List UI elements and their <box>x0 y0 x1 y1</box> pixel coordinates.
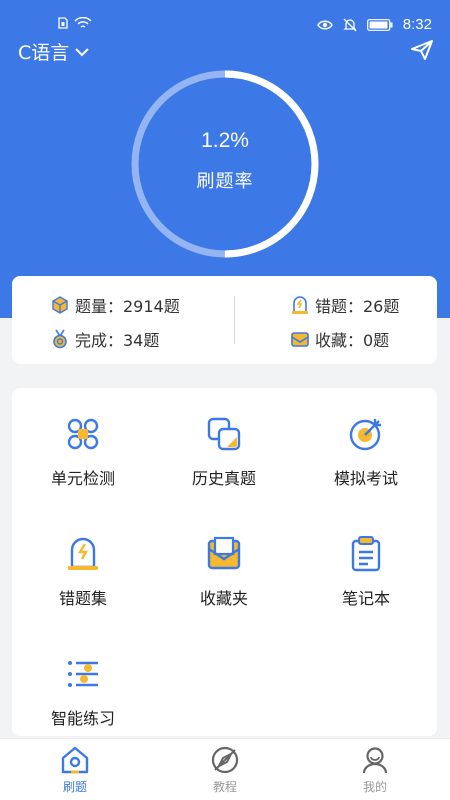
mail-icon <box>291 332 309 347</box>
tile-wrong-set-label: 错题集 <box>58 589 107 608</box>
feature-grid: 单元检测 历史真题 模拟考试 错题集 收藏夹 笔记本 智能练习 <box>12 388 437 736</box>
tile-favorites-label: 收藏夹 <box>199 589 248 608</box>
favorites-icon <box>207 536 241 570</box>
status-right: 8:32 <box>316 16 432 33</box>
nav-profile[interactable]: 我的 <box>300 739 450 800</box>
stat-wrong: 错题：26题 <box>290 293 399 317</box>
mute-bell-icon <box>343 18 357 31</box>
tile-smart-practice-label: 智能练习 <box>50 709 115 728</box>
sim-icon <box>58 17 68 29</box>
progress-ring-text: 1.2% 刷题率 <box>128 67 322 261</box>
stat-favorites-text: 收藏：0题 <box>315 331 390 350</box>
tile-smart-practice[interactable]: 智能练习 <box>12 655 154 745</box>
top-bar: C语言 <box>0 38 450 66</box>
wrong-set-icon <box>68 537 98 570</box>
stats-card: 题量：2914题 完成：34题 错题：26题 收藏：0题 <box>12 276 437 364</box>
stat-favorites: 收藏：0题 <box>290 327 389 351</box>
tile-past-papers[interactable]: 历史真题 <box>153 415 295 505</box>
wifi-icon <box>74 17 92 28</box>
nav-tutorial-label: 教程 <box>212 780 237 794</box>
unit-test-icon <box>67 418 99 450</box>
home-icon <box>61 746 89 774</box>
tile-unit-test-label: 单元检测 <box>50 469 115 488</box>
stat-questions: 题量：2914题 <box>50 293 180 317</box>
tile-favorites[interactable]: 收藏夹 <box>153 535 295 625</box>
eye-icon <box>316 20 333 29</box>
tile-notebook[interactable]: 笔记本 <box>295 535 437 625</box>
medal-icon <box>53 329 67 349</box>
tile-mock-exam[interactable]: 模拟考试 <box>295 415 437 505</box>
stat-questions-text: 题量：2914题 <box>75 297 180 316</box>
tile-mock-exam-label: 模拟考试 <box>333 469 398 488</box>
subject-label: C语言 <box>18 42 70 64</box>
stat-done: 完成：34题 <box>50 327 159 351</box>
stat-wrong-text: 错题：26题 <box>315 297 400 316</box>
tile-unit-test[interactable]: 单元检测 <box>12 415 154 505</box>
progress-percent: 1.2% <box>201 129 249 152</box>
status-time: 8:32 <box>402 16 432 33</box>
status-left <box>58 17 92 29</box>
chevron-down-icon <box>75 47 89 56</box>
subject-selector[interactable]: C语言 <box>18 38 89 65</box>
tombstone-icon <box>292 296 308 314</box>
status-bar: 8:32 <box>0 0 450 40</box>
compass-icon <box>211 746 239 774</box>
stat-done-text: 完成：34题 <box>75 331 160 350</box>
send-icon[interactable] <box>410 38 434 62</box>
bottom-nav: 刷题 教程 我的 <box>0 738 450 800</box>
nav-practice[interactable]: 刷题 <box>0 739 150 800</box>
nav-profile-label: 我的 <box>362 780 387 794</box>
progress-label: 刷题率 <box>196 171 254 192</box>
cube-icon <box>52 296 68 314</box>
mock-exam-icon <box>349 419 381 451</box>
nav-practice-label: 刷题 <box>62 780 87 794</box>
nav-tutorial[interactable]: 教程 <box>150 739 300 800</box>
past-papers-icon <box>207 417 241 451</box>
notebook-icon <box>351 536 381 572</box>
user-icon <box>362 747 388 774</box>
battery-icon <box>366 18 393 31</box>
smart-practice-icon <box>68 661 98 687</box>
progress-ring: 1.2% 刷题率 <box>128 67 322 261</box>
stats-divider <box>234 296 235 344</box>
tile-past-papers-label: 历史真题 <box>191 469 256 488</box>
tile-wrong-set[interactable]: 错题集 <box>12 535 154 625</box>
tile-notebook-label: 笔记本 <box>341 589 390 608</box>
